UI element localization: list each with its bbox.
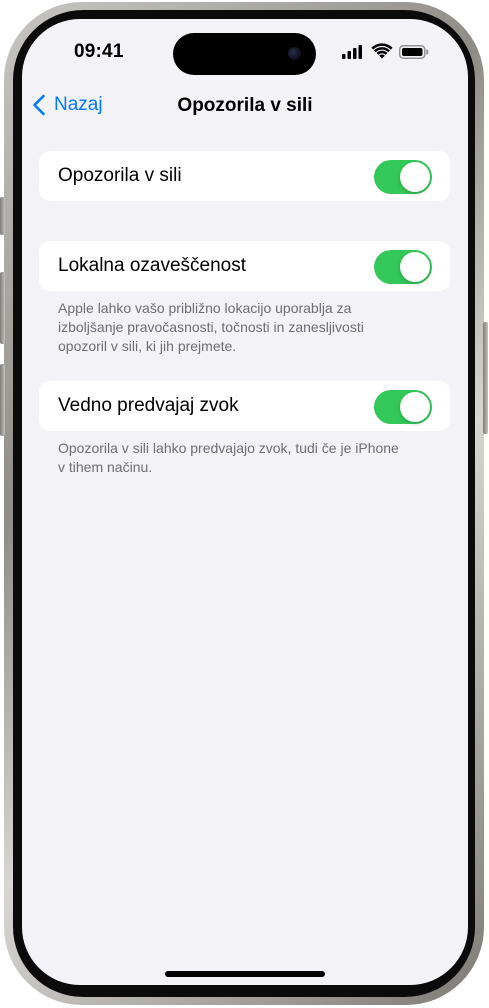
footnote-line: Apple lahko vašo približno lokacijo upor… [58, 300, 352, 316]
cellular-signal-icon [342, 45, 362, 59]
setting-label: Vedno predvajaj zvok [58, 395, 239, 416]
local-awareness-toggle[interactable] [374, 250, 432, 284]
volume-up-button [0, 272, 5, 344]
toggle-knob [400, 162, 430, 192]
setting-row-local-awareness: Lokalna ozaveščenost [39, 241, 450, 291]
dynamic-island [173, 33, 316, 75]
toggle-knob [400, 252, 430, 282]
volume-down-button [0, 364, 5, 436]
status-icons [342, 43, 430, 61]
footnote-line: izboljšanje pravočasnosti, točnosti in z… [58, 319, 364, 335]
emergency-alerts-toggle[interactable] [374, 160, 432, 194]
setting-row-always-play-sound: Vedno predvajaj zvok [39, 381, 450, 431]
local-awareness-footnote: Apple lahko vašo približno lokacijo upor… [58, 299, 443, 356]
always-play-sound-toggle[interactable] [374, 390, 432, 424]
always-play-sound-footnote: Opozorila v sili lahko predvajajo zvok, … [58, 439, 443, 477]
toggle-knob [400, 392, 430, 422]
status-icons-svg [342, 43, 429, 59]
setting-label: Lokalna ozaveščenost [58, 255, 247, 276]
footnote-line: Opozorila v sili lahko predvajajo zvok, … [58, 440, 399, 456]
screen: 09:41 Nazaj Opozorila v sili Opozorila v… [22, 19, 468, 985]
home-indicator[interactable] [165, 971, 325, 977]
action-button [0, 197, 5, 235]
footnote-line: opozoril v sili, ki jih prejmete. [58, 338, 237, 354]
footnote-line: v tihem načinu. [58, 459, 153, 475]
power-button [483, 322, 488, 434]
setting-row-emergency-alerts: Opozorila v sili [39, 151, 450, 201]
page-title: Opozorila v sili [177, 95, 313, 116]
setting-label: Opozorila v sili [58, 165, 182, 186]
status-time: 09:41 [74, 41, 124, 62]
front-camera-icon [288, 47, 301, 60]
battery-icon [399, 45, 429, 59]
wifi-icon [371, 43, 393, 59]
